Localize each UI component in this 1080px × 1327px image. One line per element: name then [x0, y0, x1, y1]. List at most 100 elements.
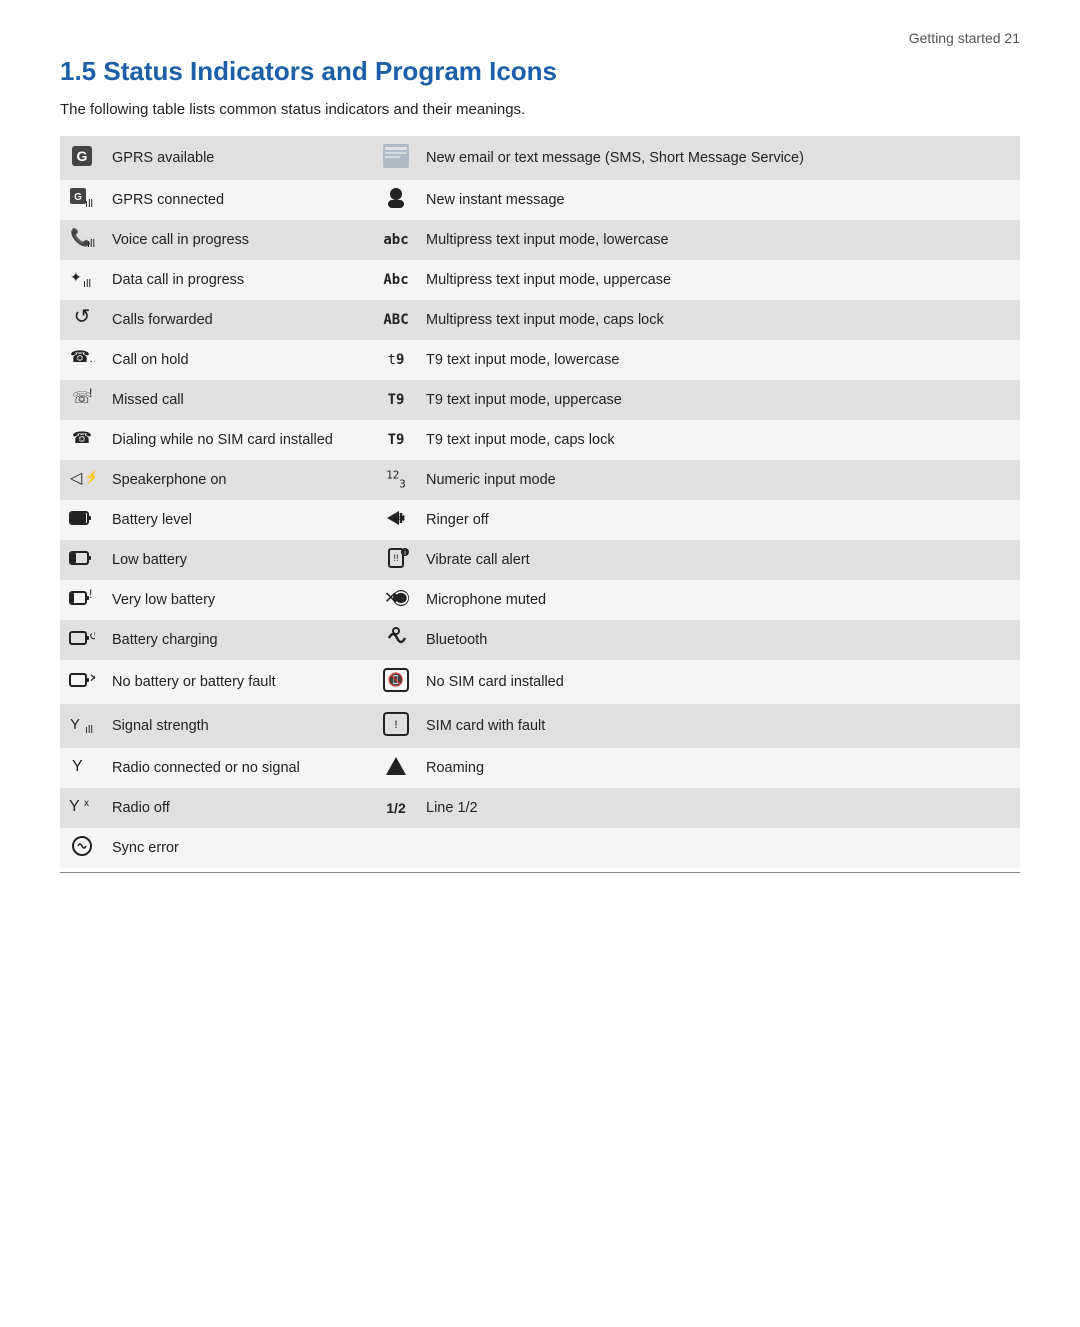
left-label: Missed call: [104, 380, 344, 420]
table-row: Sync error: [60, 828, 1020, 868]
left-label: Speakerphone on: [104, 460, 344, 500]
right-label: Ringer off: [418, 500, 1020, 540]
svg-text:↺: ↺: [74, 307, 91, 328]
right-icon-cell: !: [374, 704, 418, 748]
right-label: Multipress text input mode, caps lock: [418, 300, 1020, 340]
svg-text:!: !: [89, 587, 92, 601]
right-icon-cell: Abc: [374, 260, 418, 300]
left-icon-cell: ✕: [60, 660, 104, 704]
right-label: T9 text input mode, caps lock: [418, 420, 1020, 460]
table-row: ◁⚡Speakerphone on 123Numeric input mode: [60, 460, 1020, 500]
right-icon-cell: ✕: [374, 580, 418, 620]
separator: [344, 300, 374, 340]
bottom-rule: [60, 872, 1020, 873]
separator: [344, 420, 374, 460]
table-row: GGPRS availableNew email or text message…: [60, 136, 1020, 180]
left-label: Calls forwarded: [104, 300, 344, 340]
right-label: Bluetooth: [418, 620, 1020, 660]
right-icon-cell: T9: [374, 420, 418, 460]
right-label: Multipress text input mode, lowercase: [418, 220, 1020, 260]
right-icon-cell: ABC: [374, 300, 418, 340]
left-icon-cell: G: [60, 136, 104, 180]
left-icon-cell: !: [60, 580, 104, 620]
separator: [344, 500, 374, 540]
right-label: [418, 828, 1020, 868]
left-label: GPRS connected: [104, 180, 344, 220]
svg-text:Y: Y: [72, 758, 83, 775]
table-row: YxRadio off1/2Line 1/2: [60, 788, 1020, 828]
separator: [344, 828, 374, 868]
right-label: Roaming: [418, 748, 1020, 788]
separator: [344, 340, 374, 380]
left-label: Dialing while no SIM card installed: [104, 420, 344, 460]
separator: [344, 788, 374, 828]
table-row: 📞ıllVoice call in progressabcMultipress …: [60, 220, 1020, 260]
left-label: Battery level: [104, 500, 344, 540]
right-icon-cell: 📵: [374, 660, 418, 704]
table-row: GıllGPRS connected New instant message: [60, 180, 1020, 220]
table-row: Low battery !!iVibrate call alert: [60, 540, 1020, 580]
left-icon-cell: Gıll: [60, 180, 104, 220]
right-icon-cell: [374, 748, 418, 788]
right-icon-cell: 1/2: [374, 788, 418, 828]
svg-text:G: G: [74, 192, 82, 203]
indicators-table: GGPRS availableNew email or text message…: [60, 136, 1020, 868]
svg-text:✕: ✕: [89, 671, 95, 685]
left-label: Call on hold: [104, 340, 344, 380]
table-row: ✦ıllData call in progress AbcMultipress t…: [60, 260, 1020, 300]
svg-text:✦: ✦: [70, 269, 82, 285]
table-row: ↺ Calls forwarded ABCMultipress text input…: [60, 300, 1020, 340]
table-row: ☎…Call on holdt9T9 text input mode, lowe…: [60, 340, 1020, 380]
left-label: No battery or battery fault: [104, 660, 344, 704]
left-icon-cell: ✦ıll: [60, 260, 104, 300]
left-label: Signal strength: [104, 704, 344, 748]
table-row: Battery level Ringer off: [60, 500, 1020, 540]
left-label: Low battery: [104, 540, 344, 580]
page-header: Getting started 21: [60, 30, 1020, 46]
right-label: Microphone muted: [418, 580, 1020, 620]
left-label: Data call in progress: [104, 260, 344, 300]
left-label: Sync error: [104, 828, 344, 868]
right-label: Line 1/2: [418, 788, 1020, 828]
separator: [344, 540, 374, 580]
right-icon-cell: T9: [374, 380, 418, 420]
svg-text:☎: ☎: [72, 430, 92, 447]
left-icon-cell: [60, 500, 104, 540]
left-icon-cell: ☎…: [60, 340, 104, 380]
table-row: ☏!Missed callT9T9 text input mode, upper…: [60, 380, 1020, 420]
left-icon-cell: ◁⚡: [60, 460, 104, 500]
separator: [344, 620, 374, 660]
left-label: Battery charging: [104, 620, 344, 660]
page-header-text: Getting started 21: [909, 30, 1020, 46]
right-label: No SIM card installed: [418, 660, 1020, 704]
svg-text:x: x: [84, 798, 89, 809]
separator: [344, 180, 374, 220]
right-icon-cell: 123: [374, 460, 418, 500]
left-icon-cell: 📞ıll: [60, 220, 104, 260]
right-label: Vibrate call alert: [418, 540, 1020, 580]
table-row: YıllSignal strength! SIM card with fault: [60, 704, 1020, 748]
svg-text:📵: 📵: [388, 672, 404, 687]
svg-text:!: !: [89, 387, 92, 400]
right-icon-cell: [374, 180, 418, 220]
right-icon-cell: !!i: [374, 540, 418, 580]
right-label: Multipress text input mode, uppercase: [418, 260, 1020, 300]
right-label: SIM card with fault: [418, 704, 1020, 748]
right-icon-cell: t9: [374, 340, 418, 380]
right-icon-cell: [374, 136, 418, 180]
table-row: ↺Battery chargingBluetooth: [60, 620, 1020, 660]
separator: [344, 660, 374, 704]
separator: [344, 580, 374, 620]
left-label: Very low battery: [104, 580, 344, 620]
svg-text:◁: ◁: [70, 470, 83, 487]
svg-text:Y: Y: [69, 798, 80, 815]
table-row: ✕ No battery or battery fault 📵 No SIM card…: [60, 660, 1020, 704]
right-icon-cell: [374, 620, 418, 660]
separator: [344, 748, 374, 788]
svg-text:!: !: [394, 719, 397, 731]
right-icon-cell: [374, 828, 418, 868]
right-label: New instant message: [418, 180, 1020, 220]
separator: [344, 460, 374, 500]
left-icon-cell: Yıll: [60, 704, 104, 748]
right-label: Numeric input mode: [418, 460, 1020, 500]
